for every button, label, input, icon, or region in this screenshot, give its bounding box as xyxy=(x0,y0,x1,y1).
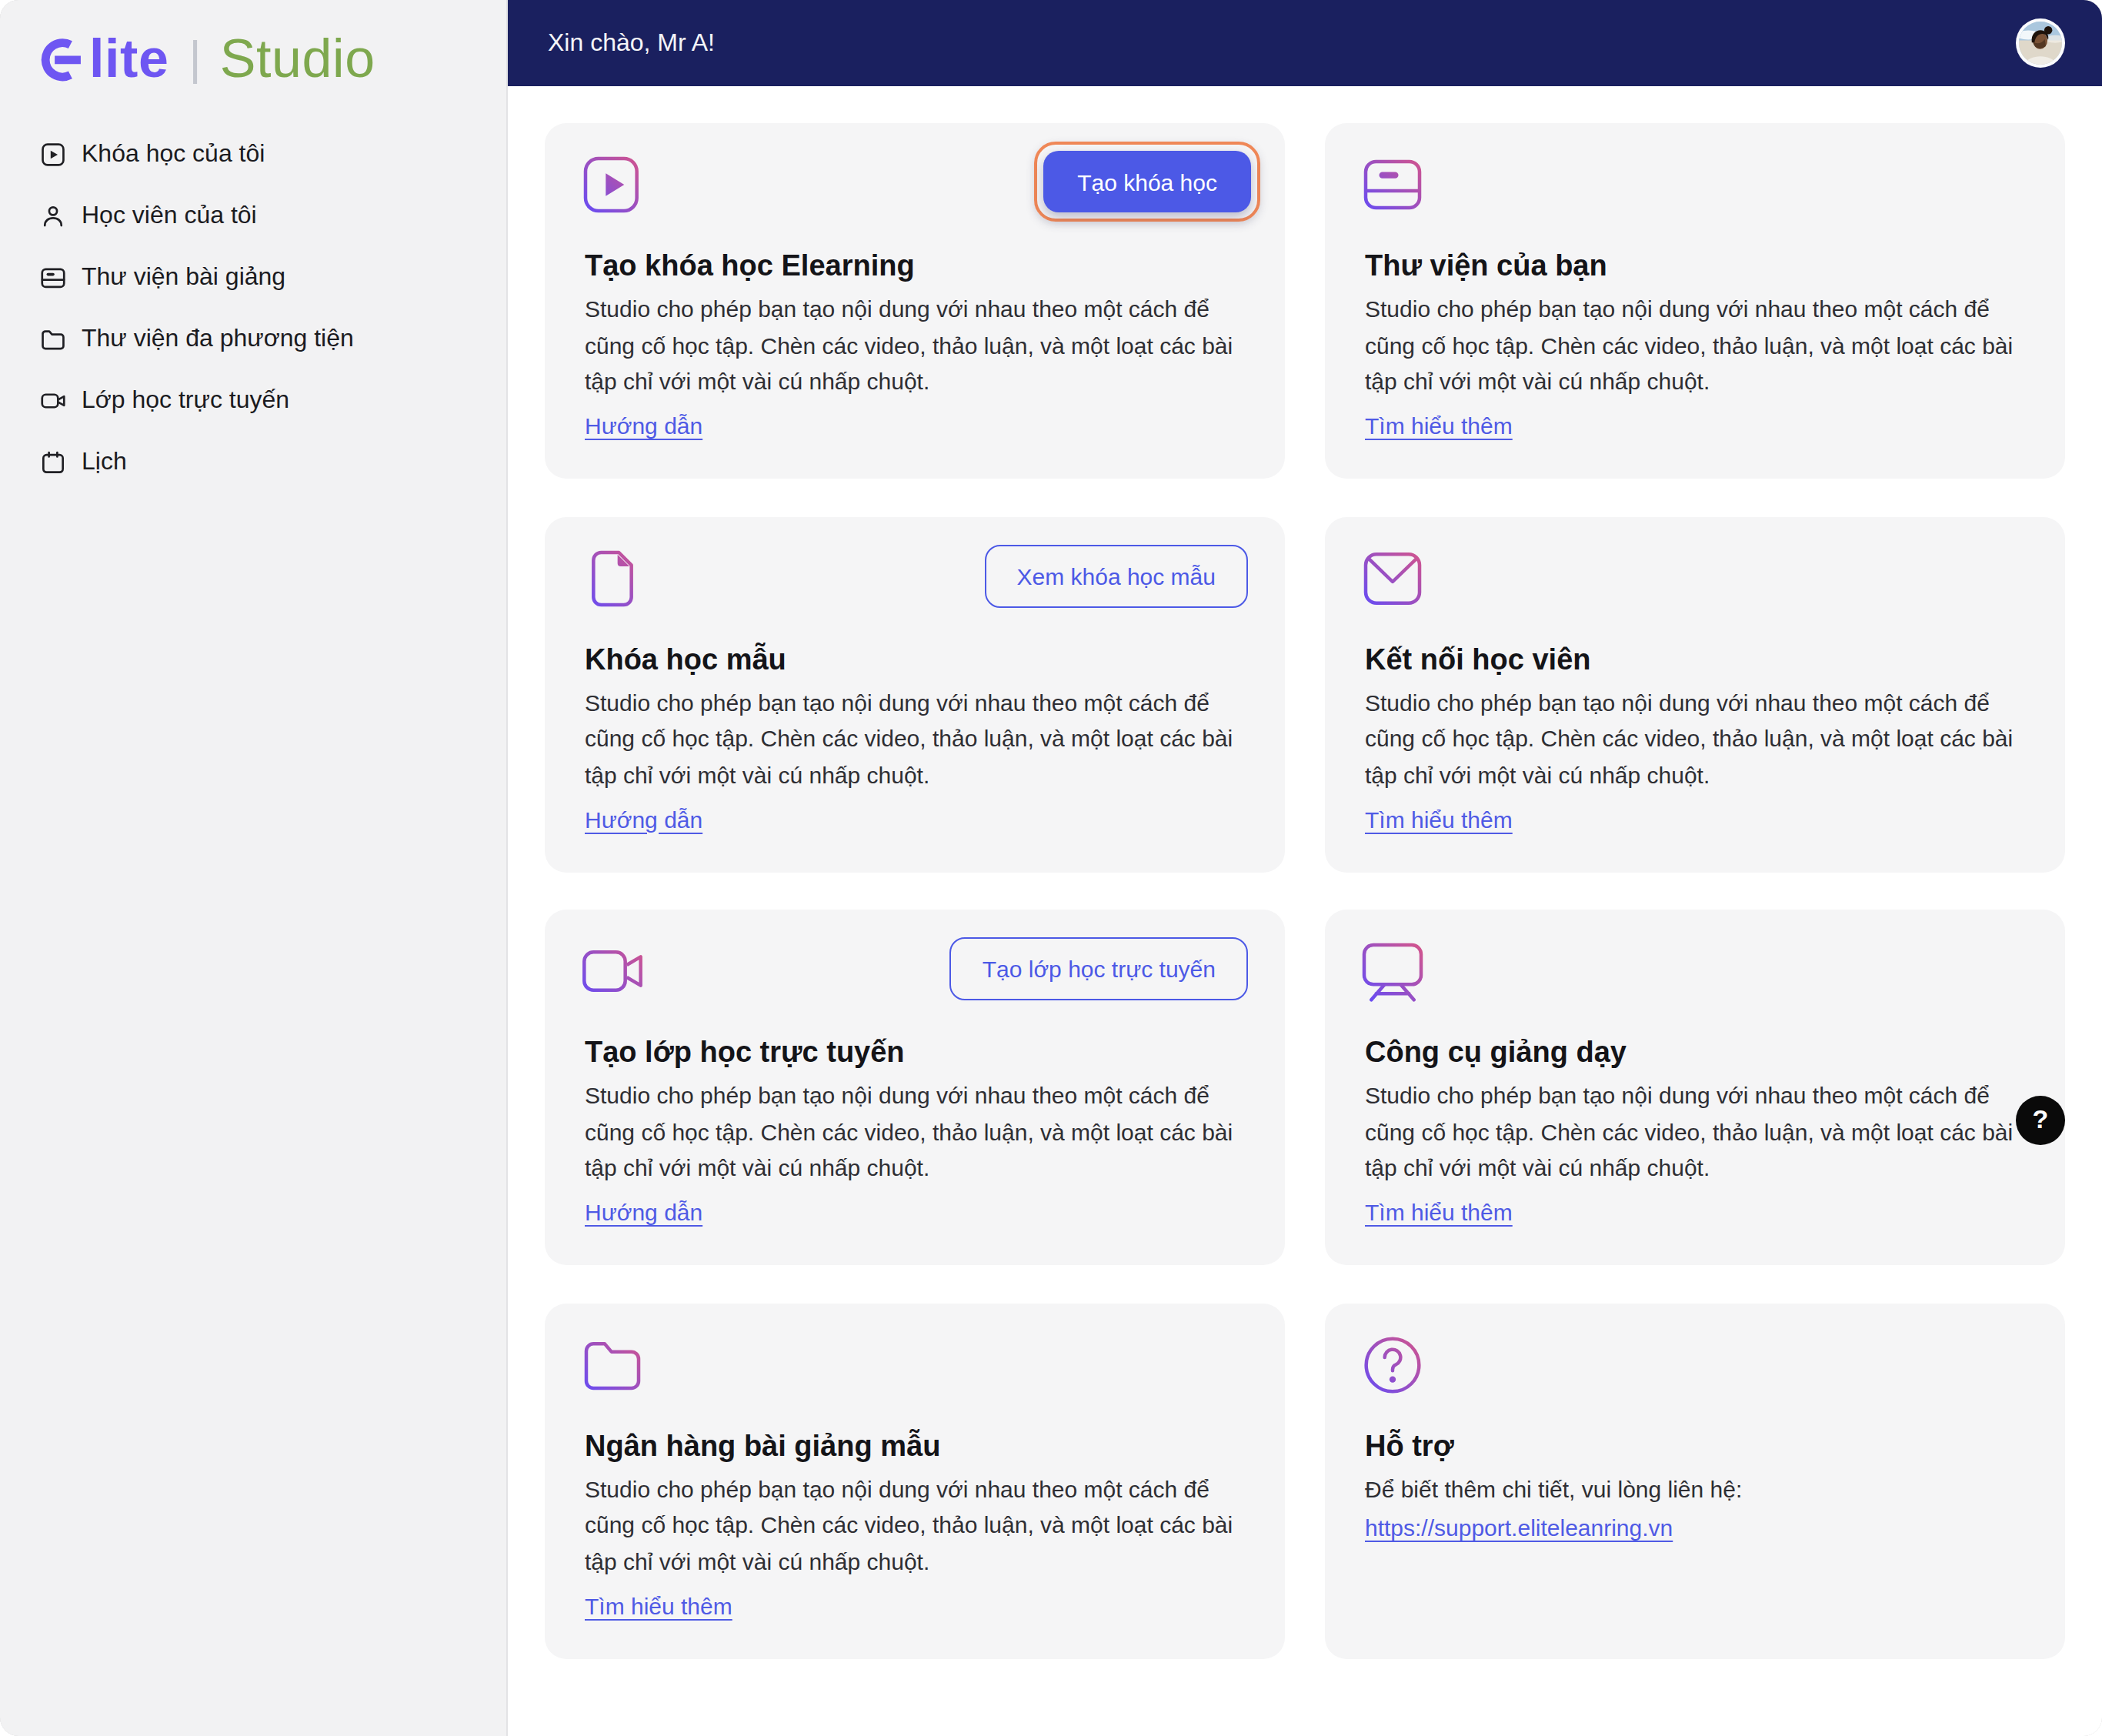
elite-e-icon xyxy=(37,33,88,84)
guide-link[interactable]: Hướng dẫn xyxy=(585,412,702,439)
sidebar-item-media-library[interactable]: Thư viện đa phương tiện xyxy=(0,308,506,369)
avatar-photo xyxy=(2019,22,2062,65)
card-title: Tạo khóa học Elearning xyxy=(585,249,915,283)
file-icon xyxy=(582,547,643,609)
logo-product-text: Studio xyxy=(220,28,375,89)
sidebar-item-label: Thư viện bài giảng xyxy=(82,263,285,291)
video-camera-icon xyxy=(582,940,643,1002)
learn-more-link[interactable]: Tìm hiểu thêm xyxy=(1365,412,1513,439)
guide-link[interactable]: Hướng dẫn xyxy=(585,806,702,832)
learn-more-link[interactable]: Tìm hiểu thêm xyxy=(585,1592,732,1618)
topbar: Xin chào, Mr A! xyxy=(508,0,2102,86)
app-logo: lite | Studio xyxy=(0,0,506,89)
card-description: Studio cho phép bạn tạo nội dung với nha… xyxy=(1365,1077,2036,1186)
greeting-text: Xin chào, Mr A! xyxy=(548,29,715,57)
card-your-library: Thư viện của bạn Studio cho phép bạn tạo… xyxy=(1325,123,2065,479)
learn-more-link[interactable]: Tìm hiểu thêm xyxy=(1365,1199,1513,1225)
video-camera-icon xyxy=(38,386,68,415)
card-grid: Tạo khóa học Tạo khóa học Elearning Stud… xyxy=(545,123,2065,1658)
card-title: Thư viện của bạn xyxy=(1365,249,1607,283)
card-title: Ngân hàng bài giảng mẫu xyxy=(585,1429,940,1463)
card-sample-course: Xem khóa học mẫu Khóa học mẫu Studio cho… xyxy=(545,516,1285,872)
card-title: Tạo lớp học trực tuyến xyxy=(585,1036,905,1070)
lecture-card-icon xyxy=(38,262,68,292)
sidebar: lite | Studio Khóa học của tôi Học viên … xyxy=(0,0,508,1736)
sidebar-item-label: Thư viện đa phương tiện xyxy=(82,325,354,352)
sidebar-item-my-courses[interactable]: Khóa học của tôi xyxy=(0,123,506,185)
calendar-icon xyxy=(38,447,68,476)
card-description: Để biết thêm chi tiết, vui lòng liên hệ: xyxy=(1365,1471,2036,1507)
card-support: Hỗ trợ Để biết thêm chi tiết, vui lòng l… xyxy=(1325,1303,2065,1658)
create-online-class-button[interactable]: Tạo lớp học trực tuyến xyxy=(950,937,1248,1000)
support-url-link[interactable]: https://support.eliteleanring.vn xyxy=(1365,1514,1673,1541)
sidebar-item-lecture-library[interactable]: Thư viện bài giảng xyxy=(0,246,506,308)
card-description: Studio cho phép bạn tạo nội dung với nha… xyxy=(585,1471,1256,1579)
user-icon xyxy=(38,201,68,230)
main-content: Tạo khóa học Tạo khóa học Elearning Stud… xyxy=(508,86,2102,1736)
card-title: Công cụ giảng dạy xyxy=(1365,1036,1627,1070)
sidebar-item-my-students[interactable]: Học viên của tôi xyxy=(0,185,506,246)
app-window: lite | Studio Khóa học của tôi Học viên … xyxy=(0,0,2102,1736)
card-description: Studio cho phép bạn tạo nội dung với nha… xyxy=(1365,684,2036,793)
learn-more-link[interactable]: Tìm hiểu thêm xyxy=(1365,806,1513,832)
mail-icon xyxy=(1362,547,1423,609)
view-sample-course-button[interactable]: Xem khóa học mẫu xyxy=(985,544,1249,607)
logo-brand-text: lite xyxy=(89,28,169,89)
card-description: Studio cho phép bạn tạo nội dung với nha… xyxy=(585,1077,1256,1186)
card-description: Studio cho phép bạn tạo nội dung với nha… xyxy=(1365,291,2036,399)
question-circle-icon xyxy=(1362,1334,1423,1395)
card-create-elearning-course: Tạo khóa học Tạo khóa học Elearning Stud… xyxy=(545,123,1285,479)
card-title: Hỗ trợ xyxy=(1365,1429,1454,1463)
sidebar-item-label: Lớp học trực tuyến xyxy=(82,386,289,414)
card-title: Khóa học mẫu xyxy=(585,643,786,676)
card-sample-lecture-bank: Ngân hàng bài giảng mẫu Studio cho phép … xyxy=(545,1303,1285,1658)
card-connect-students: Kết nối học viên Studio cho phép bạn tạo… xyxy=(1325,516,2065,872)
help-floating-button[interactable]: ? xyxy=(2016,1096,2065,1145)
sidebar-item-label: Lịch xyxy=(82,448,127,476)
lecture-card-icon xyxy=(1362,154,1423,215)
sidebar-item-label: Khóa học của tôi xyxy=(82,140,265,168)
card-teaching-tools: Công cụ giảng dạy Studio cho phép bạn tạ… xyxy=(1325,910,2065,1265)
card-title: Kết nối học viên xyxy=(1365,643,1591,676)
guide-link[interactable]: Hướng dẫn xyxy=(585,1199,702,1225)
sidebar-item-calendar[interactable]: Lịch xyxy=(0,431,506,492)
logo-separator: | xyxy=(189,31,202,86)
sidebar-item-online-class[interactable]: Lớp học trực tuyến xyxy=(0,369,506,431)
card-description: Studio cho phép bạn tạo nội dung với nha… xyxy=(585,684,1256,793)
create-course-focus-ring: Tạo khóa học xyxy=(1034,142,1260,222)
folder-icon xyxy=(582,1334,643,1395)
presentation-icon xyxy=(1362,940,1423,1002)
card-create-online-class: Tạo lớp học trực tuyến Tạo lớp học trực … xyxy=(545,910,1285,1265)
play-square-icon xyxy=(38,139,68,169)
avatar[interactable] xyxy=(2016,18,2065,68)
sidebar-menu: Khóa học của tôi Học viên của tôi Thư vi… xyxy=(0,123,506,492)
card-description: Studio cho phép bạn tạo nội dung với nha… xyxy=(585,291,1256,399)
create-course-button[interactable]: Tạo khóa học xyxy=(1043,151,1251,212)
folder-icon xyxy=(38,324,68,353)
play-square-icon xyxy=(582,154,643,215)
sidebar-item-label: Học viên của tôi xyxy=(82,202,257,229)
